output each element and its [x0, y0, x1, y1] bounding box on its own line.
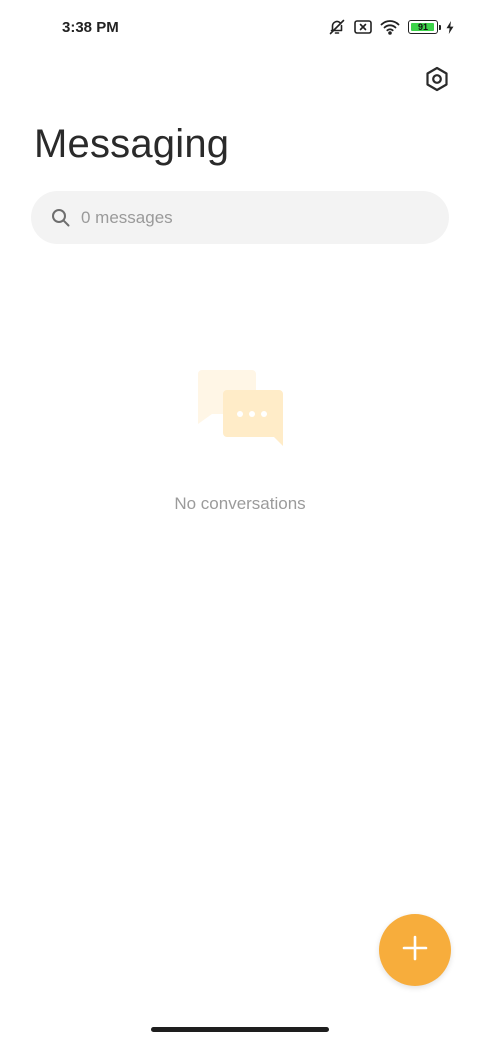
wifi-icon [380, 19, 400, 35]
charging-bolt-icon [446, 20, 454, 34]
status-time: 3:38 PM [62, 19, 119, 36]
sim-x-icon [354, 20, 372, 34]
battery-tip [439, 25, 441, 30]
messaging-screen: 3:38 PM 91 Messaging 0 messages No conve… [0, 0, 480, 1040]
empty-state-text: No conversations [174, 494, 306, 513]
home-indicator[interactable] [151, 1027, 329, 1032]
chat-bubbles-icon [196, 370, 288, 452]
settings-hexagon-icon [424, 66, 450, 97]
empty-state-illustration [196, 368, 288, 453]
bell-off-icon [328, 18, 346, 36]
search-icon [51, 208, 71, 233]
battery-icon: 91 [408, 20, 441, 34]
battery-level: 91 [417, 22, 428, 32]
page-title: Messaging [34, 122, 230, 166]
search-input[interactable] [81, 191, 429, 244]
status-bar: 3:38 PM 91 [0, 0, 480, 56]
status-icons: 91 [328, 18, 454, 36]
new-conversation-button[interactable] [379, 914, 451, 986]
settings-button[interactable] [422, 66, 452, 96]
plus-icon [401, 934, 429, 967]
search-bar[interactable] [31, 191, 449, 244]
